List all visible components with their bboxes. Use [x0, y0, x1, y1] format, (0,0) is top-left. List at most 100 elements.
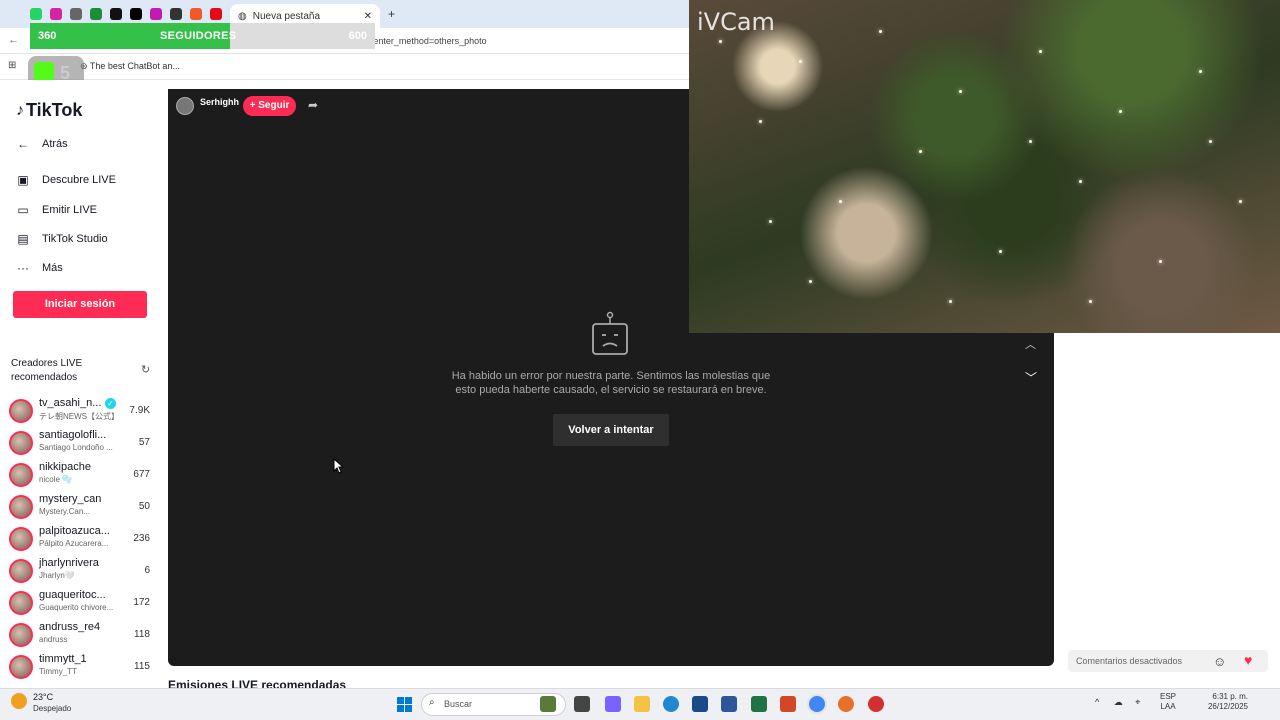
viewer-count: 115 [134, 661, 150, 672]
nav-more[interactable]: ··· Más [16, 261, 63, 275]
chrome-icon[interactable] [809, 696, 825, 712]
weather-description[interactable]: Despejado [33, 704, 71, 713]
tab-icon[interactable] [190, 8, 202, 20]
avatar[interactable] [9, 463, 33, 487]
location-icon[interactable]: ⌖ [1135, 697, 1140, 707]
creator-name: jharlynrivera [39, 557, 99, 569]
chevron-up-icon[interactable]: ^ [1095, 697, 1099, 707]
share-icon[interactable]: ➦ [308, 98, 318, 112]
weather-temperature[interactable]: 23°C [33, 692, 53, 702]
avatar[interactable] [9, 559, 33, 583]
bookmark-item[interactable]: ⊛ The best ChatBot an... [80, 61, 180, 72]
avatar[interactable] [9, 655, 33, 679]
netflix-icon[interactable] [210, 8, 222, 20]
app-icon[interactable] [868, 696, 884, 712]
light-sparkle [799, 60, 802, 63]
creator-name: mystery_can [39, 493, 102, 505]
followers-current: 360 [38, 30, 57, 42]
windows-start-icon[interactable] [397, 697, 412, 712]
creator-display-name: テレ朝NEWS【公式】 [39, 412, 119, 421]
emoji-icon[interactable]: ☺ [1213, 654, 1226, 669]
nav-back[interactable]: ← Atrás [16, 137, 68, 151]
creator-display-name: nicole 🫧 [39, 475, 73, 484]
creator-row[interactable]: santiagolofli... Santiago Londoño ... 57 [9, 429, 154, 457]
chatgpt-icon[interactable] [170, 8, 182, 20]
app-icon[interactable] [838, 696, 854, 712]
excel-icon[interactable] [751, 696, 767, 712]
creator-row[interactable]: guaqueritoc... Guaquerito chivore... 172 [9, 589, 154, 617]
creator-display-name: andruss [39, 635, 68, 644]
word-icon[interactable] [721, 696, 737, 712]
kick-icon[interactable] [90, 8, 102, 20]
mouse-cursor-icon [333, 457, 345, 479]
avatar[interactable] [9, 431, 33, 455]
host-avatar[interactable] [176, 97, 194, 115]
avatar[interactable] [9, 399, 33, 423]
comments-disabled-field: Comentarios desactivados [1068, 650, 1268, 672]
verified-badge-icon: ✓ [105, 398, 116, 409]
apps-icon[interactable]: ⊞ [8, 60, 16, 71]
avatar[interactable] [9, 623, 33, 647]
copilot-icon[interactable] [605, 696, 621, 712]
language-indicator[interactable]: ESP LAA [1160, 692, 1176, 712]
new-tab-icon[interactable]: + [388, 7, 395, 21]
viewer-count: 677 [133, 469, 150, 480]
login-button[interactable]: Iniciar sesión [13, 291, 147, 318]
creator-row[interactable]: nikkipache nicole 🫧 677 [9, 461, 154, 489]
camera-icon: ▭ [17, 203, 29, 217]
avatar[interactable] [9, 591, 33, 615]
edge-icon[interactable] [663, 696, 679, 712]
heart-icon[interactable]: ♥ [1244, 652, 1252, 668]
audio-tab-icon[interactable] [70, 8, 82, 20]
host-name[interactable]: Serhighh [200, 97, 239, 107]
system-tray[interactable]: ^ ☁ ⌖ [1095, 697, 1140, 708]
chevron-down-icon[interactable]: ﹀ [1025, 369, 1037, 386]
tiktok-logo[interactable]: ♪ TikTok [16, 100, 82, 121]
avatar[interactable] [9, 495, 33, 519]
tiktok-tab-icon[interactable] [110, 8, 122, 20]
x-icon[interactable] [130, 8, 142, 20]
tab-icon[interactable] [150, 8, 162, 20]
creator-row[interactable]: andruss_re4 andruss 118 [9, 621, 154, 649]
nav-go-live[interactable]: ▭ Emitir LIVE [16, 203, 97, 217]
viewer-count: 57 [138, 437, 150, 448]
back-icon[interactable]: ← [8, 34, 19, 46]
creator-display-name: Jharlyn🤍 [39, 571, 75, 580]
light-sparkle [1209, 140, 1212, 143]
light-sparkle [949, 300, 952, 303]
cloud-icon[interactable]: ☁ [1114, 697, 1123, 707]
creator-name: palpitoazuca... [39, 525, 110, 537]
nav-tiktok-studio[interactable]: ▤ TikTok Studio [16, 232, 107, 246]
avatar[interactable] [9, 527, 33, 551]
follow-button[interactable]: + Seguir [243, 96, 296, 116]
retry-button[interactable]: Volver a intentar [553, 414, 669, 446]
creator-name: nikkipache [39, 461, 91, 473]
creator-row[interactable]: timmytt_1 Timmy_TT 115 [9, 653, 154, 681]
followers-goal-bar: 360 SEGUIDORES 600 [30, 23, 375, 49]
clock[interactable]: 6:31 p. m. 26/12/2025 [1198, 692, 1248, 712]
light-sparkle [1029, 140, 1032, 143]
creator-row[interactable]: mystery_can Mystery.Can... 50 [9, 493, 154, 521]
instagram-icon[interactable] [50, 8, 62, 20]
light-sparkle [1199, 70, 1202, 73]
close-icon[interactable]: ✕ [364, 11, 372, 22]
store-icon[interactable] [692, 696, 708, 712]
powerpoint-icon[interactable] [780, 696, 796, 712]
weather-icon[interactable] [11, 693, 27, 709]
light-sparkle [959, 90, 962, 93]
task-view-icon[interactable] [574, 696, 590, 712]
nav-discover-live[interactable]: ▣ Descubre LIVE [16, 173, 116, 187]
light-sparkle [759, 120, 762, 123]
chevron-up-icon[interactable]: ︿ [1025, 336, 1036, 352]
widgets-icon[interactable] [540, 696, 556, 712]
live-discover-icon: ▣ [17, 173, 29, 187]
light-sparkle [839, 200, 842, 203]
creator-display-name: Santiago Londoño ... [39, 443, 113, 452]
whatsapp-icon[interactable] [30, 8, 42, 20]
refresh-icon[interactable]: ↻ [141, 363, 150, 376]
creator-name: santiagolofli... [39, 429, 107, 441]
creator-row[interactable]: palpitoazuca... Pálpito Azucarera... 236 [9, 525, 154, 553]
file-explorer-icon[interactable] [634, 696, 650, 712]
creator-row[interactable]: tv_asahi_n... テレ朝NEWS【公式】 7.9K ✓ [9, 397, 154, 425]
creator-row[interactable]: jharlynrivera Jharlyn🤍 6 [9, 557, 154, 585]
